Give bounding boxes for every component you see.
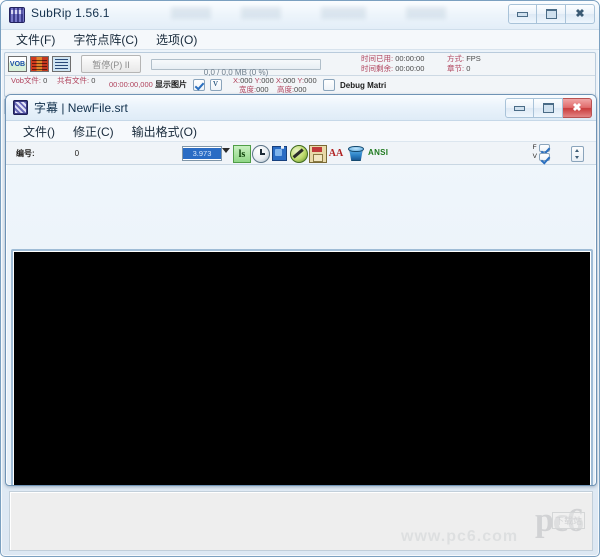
stat-time-elapsed-value: 00:00:00 <box>395 54 425 63</box>
debug-matrix-group: Debug Matri <box>323 79 386 91</box>
dim-width-value: 000 <box>256 85 269 94</box>
menu-character-matrix[interactable]: 字符点阵(C) <box>64 30 147 49</box>
subtitle-menubar: 文件() 修正(C) 输出格式(O) <box>6 121 596 142</box>
v-toggle-checkbox[interactable] <box>210 78 222 91</box>
maximize-button[interactable] <box>537 4 566 24</box>
stat-chapter: 章节: 0 <box>447 64 470 74</box>
main-titlebar[interactable]: SubRip 1.56.1 ✖ <box>1 1 599 30</box>
chevron-down-icon[interactable] <box>222 148 230 153</box>
vob-file-label: Vob文件: <box>11 76 42 85</box>
minimize-icon <box>517 11 528 17</box>
close-button[interactable]: ✖ <box>566 4 595 24</box>
main-toolbar-panel: VOB 暂停(P) II 0,0 / 0,0 MB (0 %) 时间已用: 00… <box>4 52 596 97</box>
stat-mode-label: 方式: <box>447 54 465 63</box>
dim-height-value: 000 <box>294 85 307 94</box>
save-disk-icon[interactable] <box>309 145 327 163</box>
subtitle-titlebar[interactable]: 字幕 | NewFile.srt ✖ <box>6 95 596 121</box>
stat-time-elapsed-label: 时间已用: <box>361 54 394 63</box>
text-output-button[interactable] <box>52 56 71 72</box>
pause-button[interactable]: 暂停(P) II <box>81 55 141 73</box>
vob-file-counter: Vob文件: 0 <box>11 76 47 86</box>
stat-mode: 方式: FPS <box>447 54 481 64</box>
check-bottom-label: V <box>532 153 537 160</box>
check-bottom[interactable] <box>539 153 550 161</box>
vob-file-value: 0 <box>43 76 48 85</box>
dim-x1-value: 000 <box>240 76 253 85</box>
clock-icon[interactable] <box>252 145 270 163</box>
fps-combobox-value: 3.973 <box>183 148 221 159</box>
show-image-label: 显示图片 <box>155 80 187 89</box>
close-icon: ✖ <box>572 101 582 114</box>
subtitle-number-label: 编号: <box>16 148 35 158</box>
progress-area: 0,0 / 0,0 MB (0 %) <box>151 58 321 77</box>
subtitle-toolbar: 编号: 0 3.973 ls AA ANSI F V <box>6 142 596 165</box>
subtitle-menu-file[interactable]: 文件() <box>14 122 64 141</box>
dim-y2-value: 000 <box>304 76 317 85</box>
vob-open-button[interactable]: VOB <box>8 56 27 72</box>
toolbar-row-primary: VOB 暂停(P) II 0,0 / 0,0 MB (0 %) 时间已用: 00… <box>5 53 595 77</box>
show-image-checkbox[interactable] <box>193 79 205 91</box>
dim-height-label: 高度: <box>276 85 295 94</box>
main-window-controls: ✖ <box>508 4 595 24</box>
subtitle-window: 字幕 | NewFile.srt ✖ 文件() 修正(C) 输出格式(O) 编号… <box>5 94 597 486</box>
dim-x2-value: 000 <box>282 76 296 85</box>
stat-time-elapsed: 时间已用: 00:00:00 <box>361 54 424 64</box>
debug-matrix-label: Debug Matri <box>340 80 387 90</box>
status-output-pane <box>9 491 593 551</box>
check-top-label: F <box>532 144 537 151</box>
fps-combobox[interactable]: 3.973 <box>182 146 222 161</box>
subrip-app-icon <box>9 7 25 23</box>
subtitle-right-checkbox-group: F V <box>533 144 550 161</box>
paint-bucket-icon[interactable] <box>347 145 364 161</box>
stat-mode-value: FPS <box>466 54 481 63</box>
subrip-main-window: SubRip 1.56.1 ✖ 文件(F) 字符点阵(C) 选项(O) VOB … <box>0 0 600 557</box>
debug-matrix-checkbox[interactable] <box>323 79 335 91</box>
subtitle-maximize-button[interactable] <box>534 98 563 118</box>
subtitle-menu-correct[interactable]: 修正(C) <box>64 122 123 141</box>
subtitle-menu-output-format[interactable]: 输出格式(O) <box>123 122 206 141</box>
stat-time-remaining: 时间剩余: 00:00:00 <box>361 64 424 74</box>
blurred-background-strip <box>171 7 501 19</box>
subtitle-number-value: 0 <box>74 148 80 158</box>
matrix-button[interactable] <box>30 56 49 72</box>
maximize-icon <box>542 103 554 113</box>
puzzle-icon[interactable] <box>271 145 287 161</box>
timecode-display: 00:00:00,000 <box>109 80 153 89</box>
subtitle-window-controls: ✖ <box>505 98 592 118</box>
check-top[interactable] <box>539 144 550 152</box>
main-window-title: SubRip 1.56.1 <box>31 6 110 20</box>
toolbar-row-secondary: Vob文件: 0 共有文件: 0 00:00:00,000 显示图片 X:000… <box>5 76 595 96</box>
menu-file[interactable]: 文件(F) <box>7 30 64 49</box>
subtitle-window-title: 字幕 | NewFile.srt <box>34 101 128 115</box>
stat-chapter-value: 0 <box>466 64 471 73</box>
subtitle-minimize-button[interactable] <box>505 98 534 118</box>
ls-script-icon[interactable]: ls <box>233 145 251 163</box>
total-file-counter: 共有文件: 0 <box>57 76 95 86</box>
stat-time-remaining-label: 时间剩余: <box>361 64 394 73</box>
encoding-label: ANSI <box>368 148 389 157</box>
font-aa-icon[interactable]: AA <box>328 145 344 161</box>
subtitle-window-icon <box>13 100 28 115</box>
value-stepper[interactable] <box>571 146 584 162</box>
subtitle-preview-canvas[interactable] <box>11 249 593 485</box>
minimize-icon <box>514 105 525 111</box>
main-menubar: 文件(F) 字符点阵(C) 选项(O) <box>1 30 599 50</box>
no-entry-icon[interactable] <box>290 145 308 163</box>
total-file-label: 共有文件: <box>57 76 90 85</box>
menu-options[interactable]: 选项(O) <box>147 30 206 49</box>
maximize-icon <box>545 9 557 19</box>
stat-chapter-label: 章节: <box>447 64 465 73</box>
stat-time-remaining-value: 00:00:00 <box>395 64 425 73</box>
subtitle-close-button[interactable]: ✖ <box>563 98 592 118</box>
close-icon: ✖ <box>575 7 585 20</box>
screenshot-root: SubRip 1.56.1 ✖ 文件(F) 字符点阵(C) 选项(O) VOB … <box>0 0 600 557</box>
dim-width-label: 宽度: <box>239 85 257 94</box>
dim-x2-label: X: <box>275 76 283 85</box>
total-file-value: 0 <box>91 76 96 85</box>
dim-y1-value: 000 <box>261 76 274 85</box>
minimize-button[interactable] <box>508 4 537 24</box>
